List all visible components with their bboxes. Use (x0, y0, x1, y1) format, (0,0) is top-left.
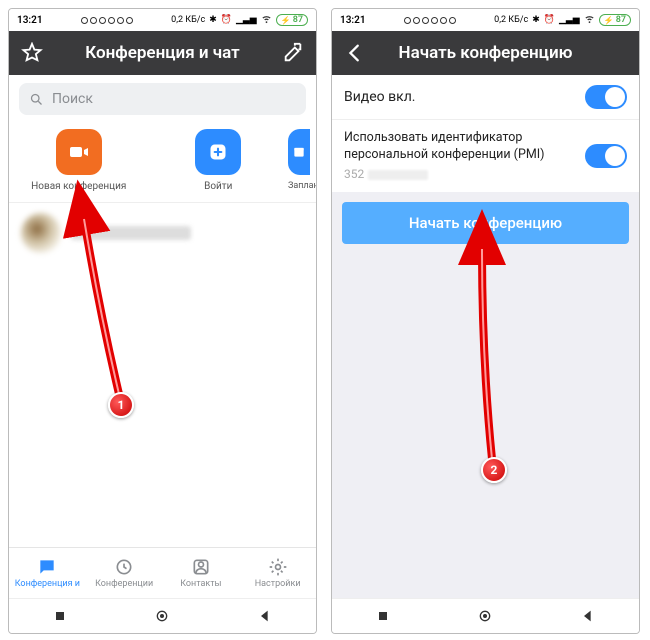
pmi-redacted (368, 170, 428, 180)
tab-settings[interactable]: Настройки (239, 548, 316, 598)
back-button[interactable] (342, 42, 368, 64)
clock-icon (114, 557, 134, 577)
chevron-left-icon (344, 42, 366, 64)
schedule-button[interactable] (288, 129, 310, 175)
app-header: Начать конференцию (332, 31, 639, 75)
alarm-icon: ⏰ (544, 15, 555, 25)
battery-indicator: 87 (276, 14, 308, 26)
setting-pmi-text: Использовать идентификатор персональной … (344, 130, 585, 182)
contact-name-redacted (71, 226, 191, 240)
page-title: Начать конференцию (378, 43, 593, 63)
wifi-icon (261, 13, 272, 27)
video-icon (67, 140, 91, 164)
join-label: Войти (204, 181, 232, 192)
step-badge-2: 2 (481, 457, 507, 483)
search-placeholder: Поиск (52, 91, 93, 107)
phone-screen-2: 13:21 0,2 КБ/с ✱ ⏰ ▁▃▅ 87 Начать конфере… (331, 8, 640, 634)
plus-icon (208, 142, 228, 162)
quick-actions: Новая конференция Войти Заплан (9, 123, 316, 202)
alarm-icon: ⏰ (221, 15, 232, 25)
page-title: Конференция и чат (55, 43, 270, 63)
status-indicator-dots (404, 17, 456, 24)
tab-meetings[interactable]: Конференции (86, 548, 163, 598)
data-rate: 0,2 КБ/с (171, 15, 205, 25)
tab-chat[interactable]: Конференция и (9, 548, 86, 598)
search-container: Поиск (9, 75, 316, 123)
content-area (9, 263, 316, 547)
nav-recent[interactable] (52, 608, 68, 624)
bottom-nav: Конференция и Конференции Контакты Настр… (9, 547, 316, 598)
schedule-action[interactable]: Заплан (288, 129, 316, 192)
nav-back[interactable] (257, 608, 273, 624)
compose-button[interactable] (280, 42, 306, 64)
start-meeting-button[interactable]: Начать конференцию (342, 202, 629, 244)
new-meeting-action[interactable]: Новая конференция (9, 129, 149, 192)
android-navbar (9, 598, 316, 633)
settings-panel: Видео вкл. Использовать идентификатор пе… (332, 75, 639, 598)
join-action[interactable]: Войти (149, 129, 289, 192)
contacts-icon (191, 557, 211, 577)
status-indicator-dots (81, 17, 133, 24)
wifi-icon (584, 13, 595, 27)
bluetooth-icon: ✱ (209, 15, 217, 25)
nav-home[interactable] (154, 608, 170, 624)
battery-indicator: 87 (599, 14, 631, 26)
app-header: Конференция и чат (9, 31, 316, 75)
schedule-label: Заплан (288, 181, 316, 191)
nav-recent[interactable] (375, 608, 391, 624)
status-right: 0,2 КБ/с ✱ ⏰ ▁▃▅ 87 (171, 13, 308, 27)
setting-video-on: Видео вкл. (332, 75, 639, 120)
status-bar: 13:21 0,2 КБ/с ✱ ⏰ ▁▃▅ 87 (332, 9, 639, 31)
new-meeting-button[interactable] (56, 129, 102, 175)
new-meeting-label: Новая конференция (31, 181, 126, 192)
calendar-icon (292, 143, 306, 161)
favorites-button[interactable] (19, 42, 45, 64)
status-bar: 13:21 0,2 КБ/с ✱ ⏰ ▁▃▅ 87 (9, 9, 316, 31)
search-input[interactable]: Поиск (19, 83, 306, 115)
clock: 13:21 (340, 15, 366, 26)
signal-icon: ▁▃▅ (559, 15, 580, 25)
pmi-value: 352 (344, 166, 585, 182)
bluetooth-icon: ✱ (532, 15, 540, 25)
gear-icon (268, 557, 288, 577)
signal-icon: ▁▃▅ (236, 15, 257, 25)
clock: 13:21 (17, 15, 43, 26)
search-icon (29, 92, 44, 107)
tab-contacts[interactable]: Контакты (163, 548, 240, 598)
setting-use-pmi: Использовать идентификатор персональной … (332, 120, 639, 192)
setting-pmi-label: Использовать идентификатор персональной … (344, 130, 585, 164)
contact-row[interactable] (9, 202, 316, 263)
phone-screen-1: 13:21 0,2 КБ/с ✱ ⏰ ▁▃▅ 87 Конференция и … (8, 8, 317, 634)
join-button[interactable] (195, 129, 241, 175)
step-badge-1: 1 (108, 392, 134, 418)
nav-home[interactable] (477, 608, 493, 624)
star-icon (21, 42, 43, 64)
status-right: 0,2 КБ/с ✱ ⏰ ▁▃▅ 87 (494, 13, 631, 27)
setting-video-label: Видео вкл. (344, 88, 585, 107)
toggle-video[interactable] (585, 85, 627, 109)
compose-icon (282, 42, 304, 64)
android-navbar (332, 598, 639, 633)
avatar (21, 213, 61, 253)
toggle-pmi[interactable] (585, 144, 627, 168)
chat-icon (37, 557, 57, 577)
nav-back[interactable] (580, 608, 596, 624)
data-rate: 0,2 КБ/с (494, 15, 528, 25)
